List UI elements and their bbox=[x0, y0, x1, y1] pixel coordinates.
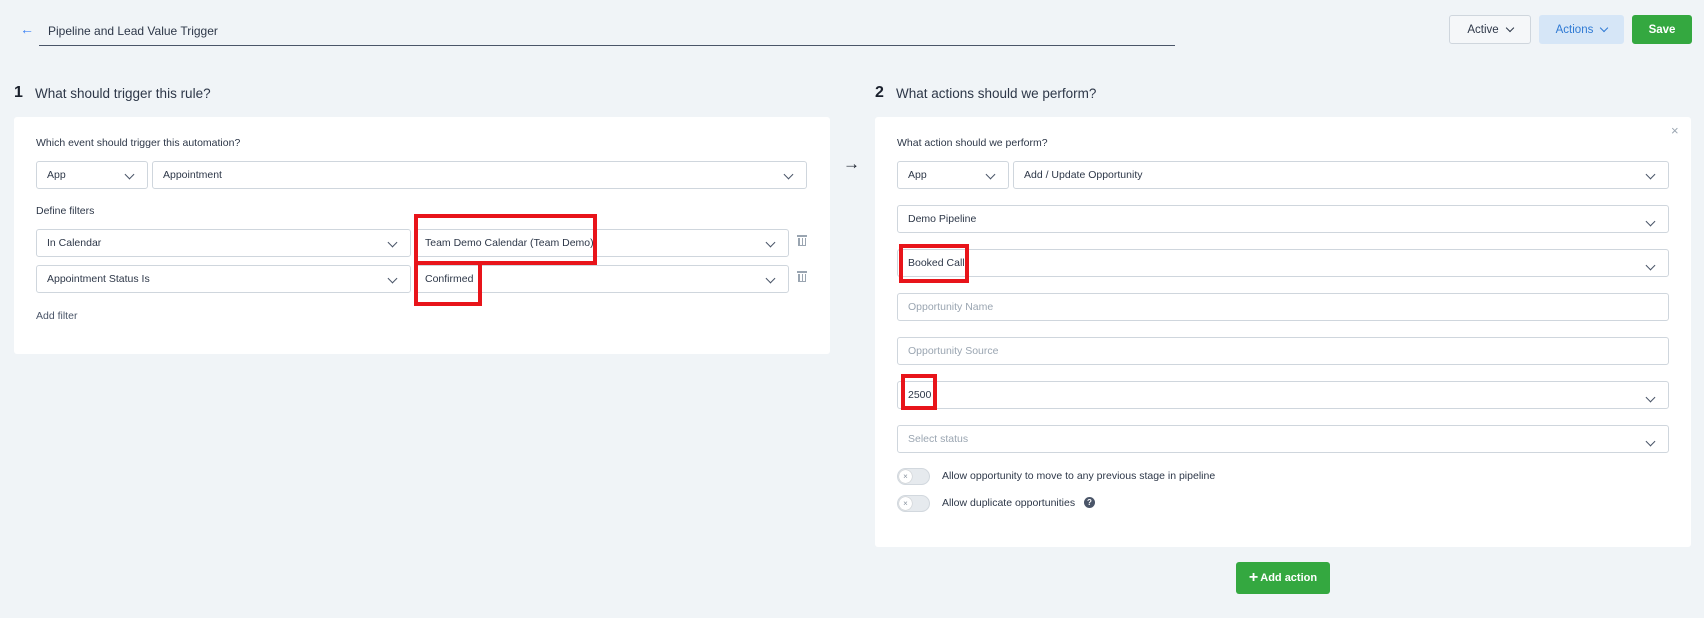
opportunity-name-input[interactable]: Opportunity Name bbox=[897, 293, 1669, 321]
back-arrow-icon[interactable]: ← bbox=[20, 22, 34, 36]
action-label: What action should we perform? bbox=[897, 137, 1048, 149]
event-type-select[interactable]: Appointment bbox=[152, 161, 807, 189]
opportunity-source-placeholder: Opportunity Source bbox=[908, 345, 999, 357]
delete-filter-icon[interactable] bbox=[797, 235, 807, 246]
pipeline-value: Demo Pipeline bbox=[908, 213, 977, 225]
chevron-down-icon bbox=[1645, 392, 1656, 403]
arrow-right-icon: → bbox=[843, 154, 860, 173]
lead-value: 2500 bbox=[908, 389, 932, 401]
stage-select[interactable]: Booked Call bbox=[897, 249, 1669, 277]
filters-label: Define filters bbox=[36, 205, 95, 217]
chevron-down-icon bbox=[387, 273, 398, 284]
filter-field-select[interactable]: Appointment Status Is bbox=[36, 265, 411, 293]
chevron-down-icon bbox=[1645, 169, 1656, 180]
chevron-down-icon bbox=[765, 273, 776, 284]
event-source-value: App bbox=[47, 169, 66, 181]
opportunity-source-input[interactable]: Opportunity Source bbox=[897, 337, 1669, 365]
filter-value-select[interactable]: Team Demo Calendar (Team Demo) bbox=[414, 229, 789, 257]
chevron-down-icon bbox=[783, 169, 794, 180]
filter-value: Team Demo Calendar (Team Demo) bbox=[425, 237, 594, 249]
event-label: Which event should trigger this automati… bbox=[36, 137, 241, 149]
filter-field-select[interactable]: In Calendar bbox=[36, 229, 411, 257]
chevron-down-icon bbox=[765, 237, 776, 248]
action-source-select[interactable]: App bbox=[897, 161, 1009, 189]
delete-filter-icon[interactable] bbox=[797, 271, 807, 282]
allow-duplicates-label: Allow duplicate opportunities bbox=[942, 497, 1076, 509]
event-type-value: Appointment bbox=[163, 169, 222, 181]
toggle-off-icon: × bbox=[899, 470, 912, 483]
action-type-select[interactable]: Add / Update Opportunity bbox=[1013, 161, 1669, 189]
help-icon[interactable]: ? bbox=[1084, 497, 1095, 508]
action-source-value: App bbox=[908, 169, 927, 181]
action-type-value: Add / Update Opportunity bbox=[1024, 169, 1143, 181]
lead-value-select[interactable]: 2500 bbox=[897, 381, 1669, 409]
add-filter-link[interactable]: Add filter bbox=[36, 310, 77, 322]
allow-previous-stage-toggle[interactable]: × bbox=[897, 468, 930, 485]
chevron-down-icon bbox=[1645, 436, 1656, 447]
pipeline-select[interactable]: Demo Pipeline bbox=[897, 205, 1669, 233]
chevron-down-icon bbox=[1505, 23, 1514, 32]
trigger-step-number: 1 bbox=[14, 84, 23, 101]
status-dropdown-button[interactable]: Active bbox=[1449, 15, 1531, 44]
action-heading: What actions should we perform? bbox=[896, 86, 1097, 101]
event-source-select[interactable]: App bbox=[36, 161, 148, 189]
close-icon[interactable]: × bbox=[1671, 123, 1679, 138]
plus-icon: + bbox=[1248, 569, 1259, 586]
add-action-label: Add action bbox=[1260, 572, 1318, 584]
opportunity-name-placeholder: Opportunity Name bbox=[908, 301, 994, 313]
actions-label: Actions bbox=[1555, 23, 1594, 36]
save-button[interactable]: Save bbox=[1632, 15, 1692, 44]
chevron-down-icon bbox=[387, 237, 398, 248]
stage-value: Booked Call bbox=[908, 257, 965, 269]
rule-title-input[interactable]: Pipeline and Lead Value Trigger bbox=[39, 20, 1175, 46]
chevron-down-icon bbox=[1645, 260, 1656, 271]
status-placeholder: Select status bbox=[908, 433, 969, 445]
chevron-down-icon bbox=[1645, 216, 1656, 227]
filter-value-select[interactable]: Confirmed bbox=[414, 265, 789, 293]
filter-field-value: Appointment Status Is bbox=[47, 273, 150, 285]
allow-previous-stage-label: Allow opportunity to move to any previou… bbox=[942, 470, 1216, 482]
allow-duplicates-toggle[interactable]: × bbox=[897, 495, 930, 512]
status-select[interactable]: Select status bbox=[897, 425, 1669, 453]
chevron-down-icon bbox=[1600, 23, 1609, 32]
status-label: Active bbox=[1467, 23, 1499, 36]
chevron-down-icon bbox=[124, 169, 135, 180]
filter-field-value: In Calendar bbox=[47, 237, 102, 249]
add-action-button[interactable]: + Add action bbox=[1236, 562, 1330, 594]
action-step-number: 2 bbox=[875, 84, 884, 101]
actions-dropdown-button[interactable]: Actions bbox=[1539, 15, 1624, 44]
chevron-down-icon bbox=[985, 169, 996, 180]
filter-value: Confirmed bbox=[425, 273, 474, 285]
trigger-heading: What should trigger this rule? bbox=[35, 86, 211, 101]
toggle-off-icon: × bbox=[899, 497, 912, 510]
